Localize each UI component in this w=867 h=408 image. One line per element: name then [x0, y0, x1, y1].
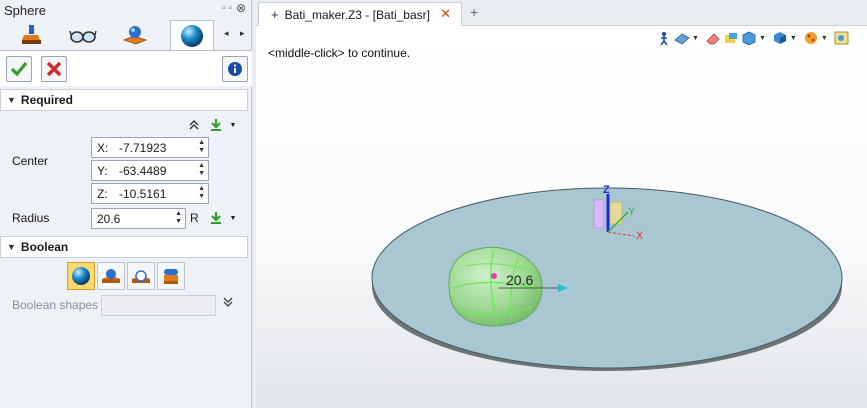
tab-scroll-right-icon[interactable]: ▸: [240, 28, 245, 39]
center-x-value: -7.71923: [119, 140, 167, 155]
radius-field[interactable]: 20.6 ▲ ▼: [91, 208, 186, 229]
boolean-add-icon: [102, 269, 120, 283]
tab-feature[interactable]: [14, 20, 48, 50]
sphere-command-panel: Sphere ▫ ▫ ⊗ ◂ ▸ ▼ Required ▼ Center X: …: [0, 0, 252, 408]
y-axis-label: Y:: [97, 163, 108, 178]
close-tab-icon[interactable]: ✕: [440, 6, 451, 22]
info-button[interactable]: [222, 56, 248, 82]
radius-suffix-label: R: [190, 211, 199, 225]
center-y-field[interactable]: Y: -63.4489 ▲ ▼: [91, 160, 209, 181]
tab-sphere[interactable]: [170, 20, 214, 50]
collapse-triangle-icon: ▼: [7, 242, 16, 252]
radius-spinner-icon[interactable]: ▲ ▼: [175, 210, 182, 226]
boolean-header-label: Boolean: [20, 240, 69, 254]
pin-icon[interactable]: ▫ ▫: [222, 3, 232, 14]
radius-label: Radius: [12, 211, 50, 225]
document-tab-bar: + Bati_maker.Z3 - [Bati_basr] ✕ +: [256, 0, 867, 26]
stamp-icon: [22, 25, 41, 44]
z-axis-label: Z:: [97, 186, 108, 201]
center-x-field[interactable]: X: -7.71923 ▲ ▼: [91, 137, 209, 158]
boolean-intersect-button[interactable]: [157, 262, 185, 290]
shading-icon[interactable]: [772, 30, 788, 46]
info-icon: [228, 62, 242, 76]
close-panel-icon[interactable]: ⊗: [236, 1, 246, 15]
x-axis-label: X:: [97, 140, 109, 155]
pick-dropdown-icon[interactable]: ▼: [229, 121, 237, 129]
section-view-icon[interactable]: [723, 30, 739, 46]
sphere-base-icon: [72, 267, 90, 285]
boolean-base-button[interactable]: [67, 262, 95, 290]
glasses-icon: [69, 30, 97, 43]
triad-z-label: Z: [603, 184, 610, 196]
icon-tab-strip: ◂ ▸: [0, 20, 252, 50]
boolean-remove-icon: [132, 270, 150, 283]
boolean-section-header[interactable]: ▼ Boolean: [0, 236, 248, 258]
boolean-add-button[interactable]: [97, 262, 125, 290]
center-z-value: -10.5161: [119, 186, 167, 201]
new-tab-icon[interactable]: +: [470, 4, 478, 20]
render-mode-icon[interactable]: [674, 30, 690, 46]
shading-dropdown-icon[interactable]: ▼: [790, 35, 797, 42]
dimension-label: 20.6: [506, 272, 534, 288]
3d-viewport[interactable]: <middle-click> to continue. 20.6 Z Y X ▼…: [256, 26, 867, 408]
document-tab-label: Bati_maker.Z3 - [Bati_basr]: [284, 7, 430, 22]
tab-modified-icon: +: [271, 7, 279, 22]
radius-value: 20.6: [97, 211, 121, 226]
cube-view-dropdown-icon[interactable]: ▼: [759, 35, 766, 42]
x-spinner-icon[interactable]: ▲ ▼: [198, 139, 205, 155]
collapse-triangle-icon: ▼: [7, 95, 16, 105]
expand-down-icon[interactable]: [222, 296, 234, 311]
radius-pick-icon[interactable]: [208, 210, 224, 226]
action-row: [0, 50, 252, 86]
boolean-section-body: Boolean shapes: [0, 258, 248, 318]
cancel-button[interactable]: [41, 56, 67, 82]
required-section-header[interactable]: ▼ Required: [0, 89, 248, 111]
render-mode-dropdown-icon[interactable]: ▼: [692, 35, 699, 42]
shapes-icon: [122, 26, 148, 45]
boolean-remove-button[interactable]: [127, 262, 155, 290]
collapse-up-icon[interactable]: [186, 117, 202, 133]
radius-dropdown-icon[interactable]: ▼: [229, 214, 237, 222]
boolean-shapes-label: Boolean shapes: [12, 298, 99, 312]
triad-x-label: X: [636, 230, 644, 242]
tab-scroll-left-icon[interactable]: ◂: [224, 28, 229, 39]
ok-button[interactable]: [6, 56, 32, 82]
check-icon: [10, 61, 28, 77]
document-tab[interactable]: + Bati_maker.Z3 - [Bati_basr] ✕: [258, 2, 462, 26]
material-dropdown-icon[interactable]: ▼: [821, 35, 828, 42]
tab-shapes[interactable]: [118, 20, 152, 50]
center-label: Center: [12, 154, 49, 168]
view-toolbar: ▼ ▼ ▼ ▼: [656, 28, 852, 48]
cube-view-icon[interactable]: [741, 30, 757, 46]
center-y-value: -63.4489: [119, 163, 167, 178]
boolean-shapes-field[interactable]: [101, 295, 216, 316]
panel-title: Sphere: [4, 3, 46, 18]
material-icon[interactable]: [803, 30, 819, 46]
triad-y-label: Y: [628, 206, 636, 218]
y-spinner-icon[interactable]: ▲ ▼: [198, 162, 205, 178]
sphere-icon: [181, 24, 203, 47]
view-settings-icon[interactable]: [834, 30, 850, 46]
3d-scene: [371, 187, 843, 371]
command-prompt-text: <middle-click> to continue.: [268, 46, 411, 60]
boolean-intersect-icon: [164, 269, 178, 284]
tab-view[interactable]: [66, 20, 100, 50]
center-z-field[interactable]: Z: -10.5161 ▲ ▼: [91, 183, 209, 204]
z-spinner-icon[interactable]: ▲ ▼: [198, 185, 205, 201]
pick-point-icon[interactable]: [208, 117, 224, 133]
required-header-label: Required: [20, 93, 73, 107]
walk-view-icon[interactable]: [656, 30, 672, 46]
x-icon: [46, 61, 62, 77]
eraser-icon[interactable]: [705, 30, 721, 46]
required-section-body: ▼ Center X: -7.71923 ▲ ▼ Y: -63.4489 ▲ ▼ Z…: [4, 112, 248, 234]
